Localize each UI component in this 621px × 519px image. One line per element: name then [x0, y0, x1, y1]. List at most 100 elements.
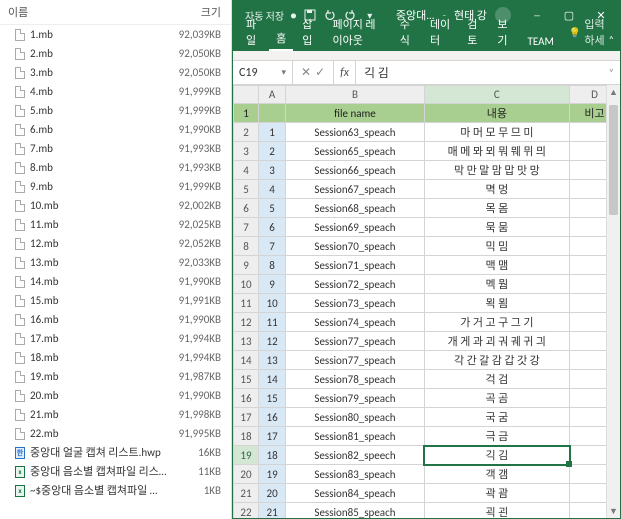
cell[interactable]: Session78_speach — [286, 370, 425, 389]
cell[interactable]: 목 몸 — [424, 199, 569, 218]
cell[interactable]: 14 — [258, 370, 285, 389]
cell[interactable]: 믹 밈 — [424, 237, 569, 256]
file-row[interactable]: 6.mb91,990KB — [0, 120, 231, 139]
row-header[interactable]: 19 — [234, 446, 259, 465]
cell[interactable]: 국 굼 — [424, 408, 569, 427]
cell[interactable]: Session68_speach — [286, 199, 425, 218]
cell[interactable]: Session63_speach — [286, 123, 425, 142]
file-row[interactable]: 11.mb92,025KB — [0, 215, 231, 234]
fx-icon[interactable]: fx — [334, 61, 356, 84]
file-row[interactable]: 16.mb91,990KB — [0, 310, 231, 329]
cell[interactable]: 5 — [258, 199, 285, 218]
cell[interactable]: 16 — [258, 408, 285, 427]
cell[interactable]: Session66_speach — [286, 161, 425, 180]
redo-icon[interactable] — [343, 8, 357, 22]
cell[interactable]: 가 거 고 구 그 기 — [424, 313, 569, 332]
row-header[interactable]: 9 — [234, 256, 259, 275]
file-row[interactable]: 19.mb91,987KB — [0, 367, 231, 386]
file-row[interactable]: 10.mb92,002KB — [0, 196, 231, 215]
cell[interactable]: 뫽 묌 — [424, 294, 569, 313]
file-row[interactable]: 1.mb92,039KB — [0, 25, 231, 44]
cell[interactable]: 극 금 — [424, 427, 569, 446]
row-header[interactable]: 10 — [234, 275, 259, 294]
row-header[interactable]: 22 — [234, 503, 259, 519]
formula-input[interactable]: 긱 김 — [356, 64, 397, 81]
file-row[interactable]: 8.mb91,993KB — [0, 158, 231, 177]
cell[interactable]: Session69_speach — [286, 218, 425, 237]
cell[interactable]: Session74_speach — [286, 313, 425, 332]
tab-home[interactable]: 홈 — [269, 27, 293, 51]
cell[interactable]: 2 — [258, 142, 285, 161]
autosave-toggle-icon[interactable]: ● — [290, 8, 297, 22]
cell[interactable]: 12 — [258, 332, 285, 351]
cell[interactable]: Session80_speach — [286, 408, 425, 427]
tab-review[interactable]: 검토 — [460, 13, 488, 51]
file-row[interactable]: 13.mb92,033KB — [0, 253, 231, 272]
col-header-A[interactable]: A — [258, 86, 285, 104]
name-box-dropdown-icon[interactable]: ▾ — [281, 67, 286, 78]
cell[interactable]: Session84_speach — [286, 484, 425, 503]
cell[interactable]: 15 — [258, 389, 285, 408]
cell[interactable]: 곽 괌 — [424, 484, 569, 503]
row-header[interactable]: 12 — [234, 313, 259, 332]
cell[interactable]: Session77_speach — [286, 351, 425, 370]
cell[interactable]: 17 — [258, 427, 285, 446]
cell[interactable]: 객 갬 — [424, 465, 569, 484]
cell[interactable]: Session73_speach — [286, 294, 425, 313]
row-header[interactable]: 11 — [234, 294, 259, 313]
cell[interactable]: Session83_speach — [286, 465, 425, 484]
row-header[interactable]: 5 — [234, 180, 259, 199]
row-header[interactable]: 8 — [234, 237, 259, 256]
cell[interactable]: 맥 맴 — [424, 256, 569, 275]
cell[interactable]: Session85_speach — [286, 503, 425, 519]
row-header[interactable]: 16 — [234, 389, 259, 408]
col-header-C[interactable]: C — [424, 86, 569, 104]
row-header[interactable]: 4 — [234, 161, 259, 180]
row-header[interactable]: 7 — [234, 218, 259, 237]
scroll-down-icon[interactable]: ▼ — [607, 504, 620, 518]
cell[interactable]: 10 — [258, 294, 285, 313]
select-all-corner[interactable] — [234, 86, 259, 104]
cell[interactable]: 멕 뭠 — [424, 275, 569, 294]
cell[interactable]: Session67_speach — [286, 180, 425, 199]
scroll-up-icon[interactable]: ▲ — [607, 85, 620, 99]
cell[interactable]: 각 간 갈 감 갑 갓 강 — [424, 351, 569, 370]
cell[interactable]: Session79_speach — [286, 389, 425, 408]
file-row[interactable]: 12.mb92,052KB — [0, 234, 231, 253]
file-row[interactable]: 17.mb91,994KB — [0, 329, 231, 348]
cell[interactable]: 7 — [258, 237, 285, 256]
cell[interactable]: Session70_speach — [286, 237, 425, 256]
row-header[interactable]: 3 — [234, 142, 259, 161]
file-row[interactable]: x중앙대 음소별 캡쳐파일 리스트.xlsx11KB — [0, 462, 231, 481]
cell[interactable]: 1 — [258, 123, 285, 142]
cell[interactable]: 18 — [258, 446, 285, 465]
header-cell-B[interactable]: file name — [286, 104, 425, 123]
cancel-edit-icon[interactable]: ✕ — [301, 65, 311, 80]
cell[interactable]: 괵 괸 — [424, 503, 569, 519]
cell[interactable]: 멱 멍 — [424, 180, 569, 199]
scroll-thumb[interactable] — [609, 105, 618, 215]
cell[interactable]: 개 게 과 괴 궈 궤 귀 긔 — [424, 332, 569, 351]
row-header[interactable]: 14 — [234, 351, 259, 370]
cell[interactable]: Session82_speech — [286, 446, 425, 465]
tab-formulas[interactable]: 수식 — [393, 13, 421, 51]
tab-team[interactable]: TEAM — [521, 32, 561, 51]
accept-edit-icon[interactable]: ✓ — [315, 65, 325, 80]
save-icon[interactable] — [303, 8, 317, 22]
col-size-header[interactable]: 크기 — [167, 4, 231, 20]
row-header[interactable]: 15 — [234, 370, 259, 389]
file-row[interactable]: 9.mb91,999KB — [0, 177, 231, 196]
row-header[interactable]: 6 — [234, 199, 259, 218]
cell[interactable]: 21 — [258, 503, 285, 519]
undo-icon[interactable] — [323, 8, 337, 22]
cell[interactable]: 6 — [258, 218, 285, 237]
tab-view[interactable]: 보기 — [490, 13, 518, 51]
cell[interactable]: 막 만 말 맘 맙 맛 망 — [424, 161, 569, 180]
file-row[interactable]: 20.mb91,990KB — [0, 386, 231, 405]
qat-more-icon[interactable]: ▾ — [363, 8, 377, 22]
file-row[interactable]: 4.mb91,999KB — [0, 82, 231, 101]
tell-me-box[interactable]: 💡입력하세 — [563, 13, 614, 51]
cell[interactable]: 8 — [258, 256, 285, 275]
file-row[interactable]: 15.mb91,991KB — [0, 291, 231, 310]
cell[interactable]: 묵 뭄 — [424, 218, 569, 237]
